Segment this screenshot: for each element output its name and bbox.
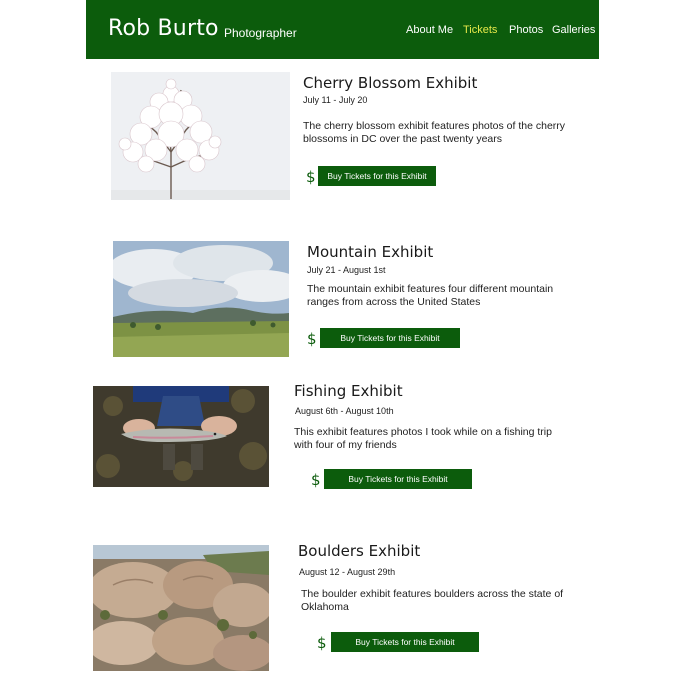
site-tagline: Photographer (224, 26, 297, 40)
exhibit-dates: July 21 - August 1st (307, 265, 386, 275)
nav-galleries[interactable]: Galleries (552, 24, 595, 36)
exhibit-title: Fishing Exhibit (294, 382, 403, 400)
buy-tickets-button[interactable]: Buy Tickets for this Exhibit (318, 166, 436, 186)
exhibit-description: The boulder exhibit features boulders ac… (301, 588, 564, 613)
dollar-icon: $ (311, 471, 321, 489)
boulders-photo (93, 545, 269, 671)
exhibit-dates: August 12 - August 29th (299, 567, 396, 577)
buy-tickets-button[interactable]: Buy Tickets for this Exhibit (320, 328, 460, 348)
nav-tickets[interactable]: Tickets (463, 24, 497, 36)
exhibit-description: The cherry blossom exhibit features phot… (303, 120, 566, 145)
nav-about-me[interactable]: About Me (406, 24, 453, 36)
exhibit-title: Boulders Exhibit (298, 542, 421, 560)
mountain-photo (113, 241, 289, 357)
exhibit-dates: July 11 - July 20 (303, 95, 368, 105)
nav-photos[interactable]: Photos (509, 24, 543, 36)
dollar-icon: $ (307, 330, 317, 348)
exhibit-dates: August 6th - August 10th (295, 406, 394, 416)
exhibit-description: This exhibit features photos I took whil… (294, 426, 552, 451)
cherry-blossom-photo (111, 72, 290, 200)
dollar-icon: $ (306, 168, 316, 186)
site-header: Rob Burto Photographer About Me Tickets … (86, 0, 599, 59)
dollar-icon: $ (317, 634, 327, 652)
buy-tickets-button[interactable]: Buy Tickets for this Exhibit (324, 469, 472, 489)
buy-tickets-button[interactable]: Buy Tickets for this Exhibit (331, 632, 479, 652)
fishing-photo (93, 386, 269, 487)
exhibit-title: Mountain Exhibit (307, 243, 434, 261)
site-title[interactable]: Rob Burto (108, 16, 219, 41)
exhibit-title: Cherry Blossom Exhibit (303, 74, 478, 92)
exhibit-description: The mountain exhibit features four diffe… (307, 283, 554, 308)
